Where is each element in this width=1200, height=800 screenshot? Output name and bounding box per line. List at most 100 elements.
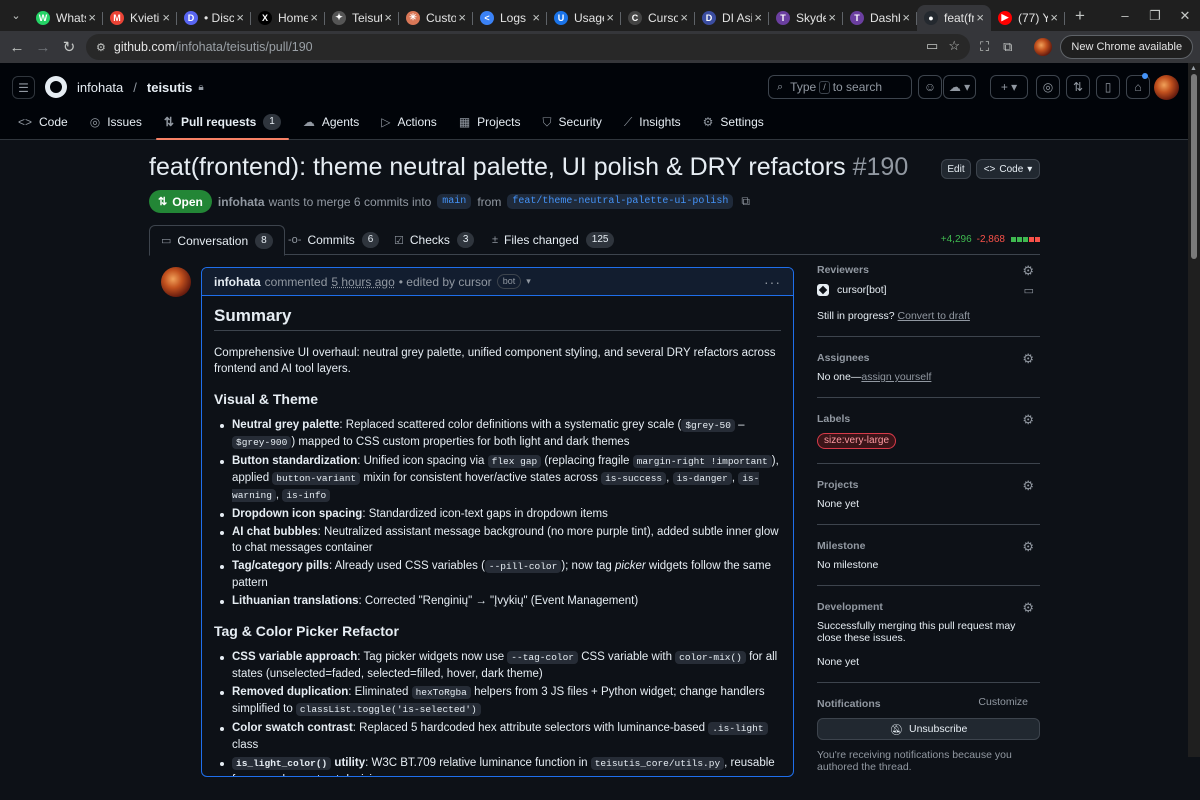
tab-commits[interactable]: -o- Commits 6 — [277, 225, 390, 255]
tab-close-icon[interactable]: × — [902, 10, 910, 25]
browser-tab[interactable]: ✦ Teisutis× — [325, 5, 399, 31]
copy-icon[interactable]: ⧉ — [741, 194, 750, 209]
tab-close-icon[interactable]: × — [384, 10, 392, 25]
repo-nav-issues[interactable]: ◎ Issues — [82, 111, 150, 133]
projects-gear-icon[interactable]: ⚙ — [1022, 478, 1034, 494]
pr-author-link[interactable]: infohata — [218, 195, 265, 209]
labels-heading[interactable]: Labels — [817, 411, 1040, 427]
page-scrollbar[interactable]: ▲ — [1188, 63, 1200, 757]
repo-nav-code[interactable]: <> Code — [10, 111, 76, 133]
tab-close-icon[interactable]: × — [236, 10, 244, 25]
tab-close-icon[interactable]: × — [828, 10, 836, 25]
repo-nav-settings[interactable]: ⚙ Settings — [695, 111, 772, 133]
create-new-button[interactable]: + ▾ — [990, 75, 1028, 99]
repo-nav-insights[interactable]: ⟋ Insights — [616, 111, 689, 133]
tab-close-icon[interactable]: × — [680, 10, 688, 25]
review-comment-icon[interactable]: ▭ — [1024, 284, 1034, 297]
cast-icon[interactable]: ▭ — [926, 38, 938, 54]
development-gear-icon[interactable]: ⚙ — [1022, 600, 1034, 616]
comment-edited[interactable]: • edited by cursor — [399, 275, 492, 289]
labels-gear-icon[interactable]: ⚙ — [1022, 412, 1034, 428]
tab-close-icon[interactable]: × — [88, 10, 96, 25]
label-pill[interactable]: size:very-large — [817, 433, 897, 449]
repositories-icon[interactable]: ▯ — [1096, 75, 1120, 99]
browser-tab[interactable]: W WhatsApp× — [29, 5, 103, 31]
tab-close-icon[interactable]: × — [976, 10, 984, 25]
scroll-up-arrow-icon[interactable]: ▲ — [1190, 65, 1197, 72]
repo-nav-security[interactable]: ⛉ Security — [535, 111, 610, 133]
tab-close-icon[interactable]: × — [458, 10, 466, 25]
user-avatar[interactable] — [1154, 75, 1179, 100]
convert-to-draft-link[interactable]: Convert to draft — [898, 310, 970, 322]
scrollbar-thumb[interactable] — [1191, 74, 1197, 259]
tab-close-icon[interactable]: × — [754, 10, 762, 25]
browser-tab[interactable]: M Kvietimas× — [103, 5, 177, 31]
tab-close-icon[interactable]: × — [162, 10, 170, 25]
edit-title-button[interactable]: Edit — [941, 159, 971, 179]
maximize-icon[interactable]: ❐ — [1140, 8, 1170, 24]
diffstat[interactable]: +4,296 -2,868 — [941, 234, 1040, 245]
breadcrumb-repo[interactable]: teisutis — [147, 80, 193, 95]
development-heading[interactable]: Development — [817, 599, 1040, 615]
repo-nav-projects[interactable]: ▦ Projects — [451, 111, 529, 133]
copilot-dropdown-button[interactable]: ☁ ▾ — [943, 75, 976, 99]
profile-avatar[interactable] — [1034, 38, 1053, 56]
comment-timestamp[interactable]: 5 hours ago — [331, 275, 394, 289]
extensions-puzzle-icon[interactable]: ⧉ — [1003, 39, 1012, 55]
repo-nav-actions[interactable]: ▷ Actions — [373, 111, 445, 133]
comment-author[interactable]: infohata — [214, 275, 261, 289]
tab-close-icon[interactable]: × — [532, 10, 540, 25]
assign-yourself-link[interactable]: assign yourself — [861, 371, 931, 383]
reviewers-heading[interactable]: Reviewers — [817, 262, 1040, 278]
hamburger-menu-icon[interactable]: ☰ — [12, 76, 35, 99]
browser-tab[interactable]: T Dashboard× — [843, 5, 917, 31]
assignees-heading[interactable]: Assignees — [817, 350, 1040, 366]
bookmark-star-icon[interactable]: ☆ — [948, 38, 960, 54]
tab-close-icon[interactable]: × — [310, 10, 318, 25]
incognito-icon[interactable]: ⛶ — [980, 39, 989, 55]
new-chrome-available-button[interactable]: New Chrome available — [1060, 35, 1194, 59]
code-dropdown-button[interactable]: <> Code ▾ — [976, 159, 1040, 179]
reviewers-gear-icon[interactable]: ⚙ — [1022, 263, 1034, 279]
comment-author-avatar[interactable] — [161, 267, 191, 297]
browser-tab[interactable]: ✳ Custom× — [399, 5, 473, 31]
browser-tab[interactable]: D • Discord× — [177, 5, 251, 31]
projects-heading[interactable]: Projects — [817, 477, 1040, 493]
browser-tab[interactable]: D DI Asistentas× — [695, 5, 769, 31]
milestone-gear-icon[interactable]: ⚙ — [1022, 539, 1034, 555]
reviewer-name[interactable]: cursor[bot] — [837, 284, 887, 296]
reload-icon[interactable]: ↻ — [56, 34, 82, 60]
breadcrumb-owner[interactable]: infohata — [77, 80, 123, 95]
back-arrow-icon[interactable]: ← — [4, 34, 30, 60]
tab-conversation[interactable]: ▭ Conversation 8 — [149, 225, 285, 256]
tab-files-changed[interactable]: ± Files changed 125 — [481, 225, 625, 255]
browser-tab[interactable]: U Usage× — [547, 5, 621, 31]
repo-nav-pull-requests[interactable]: ⇅ Pull requests 1 — [155, 111, 289, 140]
unsubscribe-button[interactable]: 🔕︎ Unsubscribe — [817, 718, 1040, 740]
customize-link[interactable]: Customize — [978, 696, 1028, 708]
repo-nav-agents[interactable]: ☁ Agents — [295, 111, 367, 133]
pull-requests-icon[interactable]: ⇅ — [1066, 75, 1090, 99]
browser-tab[interactable]: C Cursor× — [621, 5, 695, 31]
browser-tab[interactable]: ▶ (77) YouTube× — [991, 5, 1065, 31]
github-logo-icon[interactable] — [45, 76, 67, 98]
browser-tab[interactable]: < Logs × — [473, 5, 547, 31]
site-info-icon[interactable]: ⚙ — [96, 41, 106, 54]
comment-options-icon[interactable]: ··· — [764, 274, 781, 290]
minimize-icon[interactable]: – — [1110, 8, 1140, 23]
edit-history-chevron-icon[interactable]: ▾ — [526, 276, 531, 287]
browser-tab[interactable]: ● feat(frontend)× — [917, 4, 991, 31]
milestone-heading[interactable]: Milestone — [817, 538, 1040, 554]
tab-close-icon[interactable]: × — [1050, 10, 1058, 25]
address-bar[interactable]: ⚙ github.com/infohata/teisutis/pull/190 … — [86, 34, 970, 60]
search-input[interactable]: ⌕ Type / to search — [768, 75, 912, 99]
tab-search-chevron-icon[interactable]: ⌄ — [3, 3, 29, 29]
head-branch[interactable]: feat/theme-neutral-palette-ui-polish — [507, 194, 734, 209]
copilot-icon[interactable]: ☺ — [918, 75, 942, 99]
tab-checks[interactable]: ☑ Checks 3 — [383, 225, 485, 255]
browser-tab[interactable]: T Skydelis× — [769, 5, 843, 31]
base-branch[interactable]: main — [437, 194, 472, 209]
forward-arrow-icon[interactable]: → — [30, 34, 56, 60]
browser-tab[interactable]: X Home / X× — [251, 5, 325, 31]
issues-icon[interactable]: ◎ — [1036, 75, 1060, 99]
